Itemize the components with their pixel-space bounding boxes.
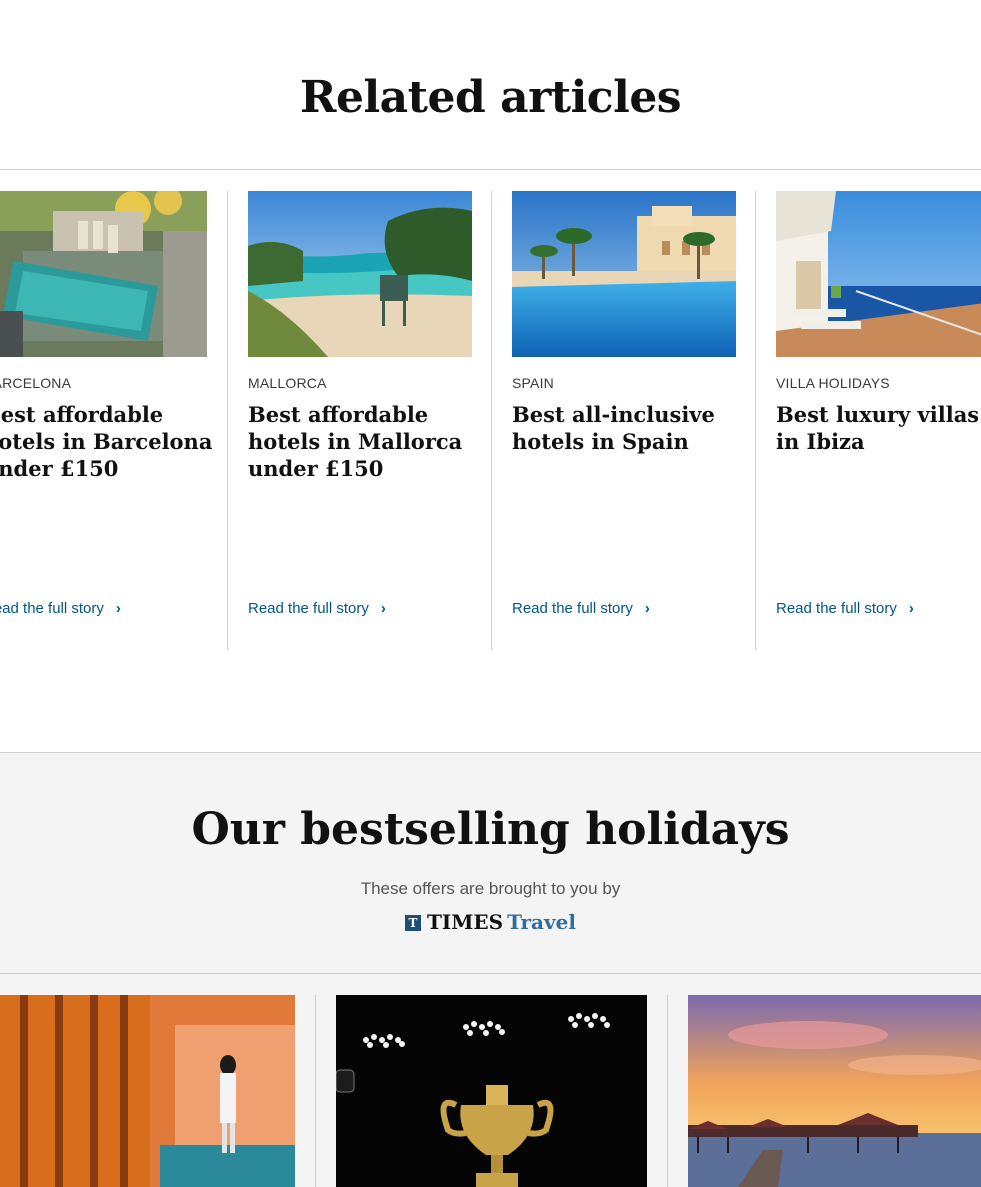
chevron-right-icon: › xyxy=(380,600,386,617)
chevron-right-icon: › xyxy=(115,600,121,617)
bestselling-title: Our bestselling holidays xyxy=(191,804,790,855)
article-image-mallorca[interactable] xyxy=(248,191,472,357)
article-headline[interactable]: Best luxury villas in Ibiza xyxy=(776,401,981,455)
read-more-label: Read the full story xyxy=(248,600,369,617)
article-category: SPAIN xyxy=(512,375,554,391)
holiday-image-maldives[interactable] xyxy=(688,995,981,1187)
times-badge-icon: T xyxy=(405,915,422,931)
sponsor-subtitle: These offers are brought to you by xyxy=(360,879,621,898)
divider xyxy=(0,752,981,753)
article-image-spain[interactable] xyxy=(512,191,736,357)
related-articles-title: Related articles xyxy=(299,72,682,123)
read-more-label: Read the full story xyxy=(512,600,633,617)
article-headline[interactable]: Best affordable hotels in Mallorca under… xyxy=(248,401,480,482)
times-travel-logo[interactable]: T TIMES Travel xyxy=(0,910,981,934)
article-image-barcelona[interactable] xyxy=(0,191,207,357)
holiday-image-japan[interactable] xyxy=(0,995,295,1187)
read-full-story-link[interactable]: Read the full story › xyxy=(0,600,121,617)
article-category: BARCELONA xyxy=(0,375,72,391)
article-category: VILLA HOLIDAYS xyxy=(776,375,890,391)
divider xyxy=(0,169,981,170)
holiday-image-rugby-trophy[interactable] xyxy=(336,995,647,1187)
article-card-spain[interactable]: SPAIN Best all-inclusive hotels in Spain… xyxy=(512,191,736,651)
chevron-right-icon: › xyxy=(644,600,650,617)
brand-word-times: TIMES xyxy=(427,910,504,934)
article-image-ibiza[interactable] xyxy=(776,191,981,357)
article-headline[interactable]: Best all-inclusive hotels in Spain xyxy=(512,401,744,455)
read-full-story-link[interactable]: Read the full story › xyxy=(512,600,650,617)
divider xyxy=(491,191,492,650)
article-card-ibiza[interactable]: VILLA HOLIDAYS Best luxury villas in Ibi… xyxy=(776,191,981,651)
chevron-right-icon: › xyxy=(908,600,914,617)
brand-word-travel: Travel xyxy=(507,910,576,934)
article-card-mallorca[interactable]: MALLORCA Best affordable hotels in Mallo… xyxy=(248,191,472,651)
article-headline[interactable]: Best affordable hotels in Barcelona unde… xyxy=(0,401,215,482)
divider xyxy=(667,995,668,1187)
read-more-label: Read the full story xyxy=(0,600,104,617)
read-more-label: Read the full story xyxy=(776,600,897,617)
divider xyxy=(227,191,228,650)
divider xyxy=(755,191,756,650)
divider xyxy=(0,973,981,974)
divider xyxy=(315,995,316,1187)
read-full-story-link[interactable]: Read the full story › xyxy=(776,600,914,617)
article-category: MALLORCA xyxy=(248,375,327,391)
article-card-barcelona[interactable]: BARCELONA Best affordable hotels in Barc… xyxy=(0,191,212,651)
read-full-story-link[interactable]: Read the full story › xyxy=(248,600,386,617)
